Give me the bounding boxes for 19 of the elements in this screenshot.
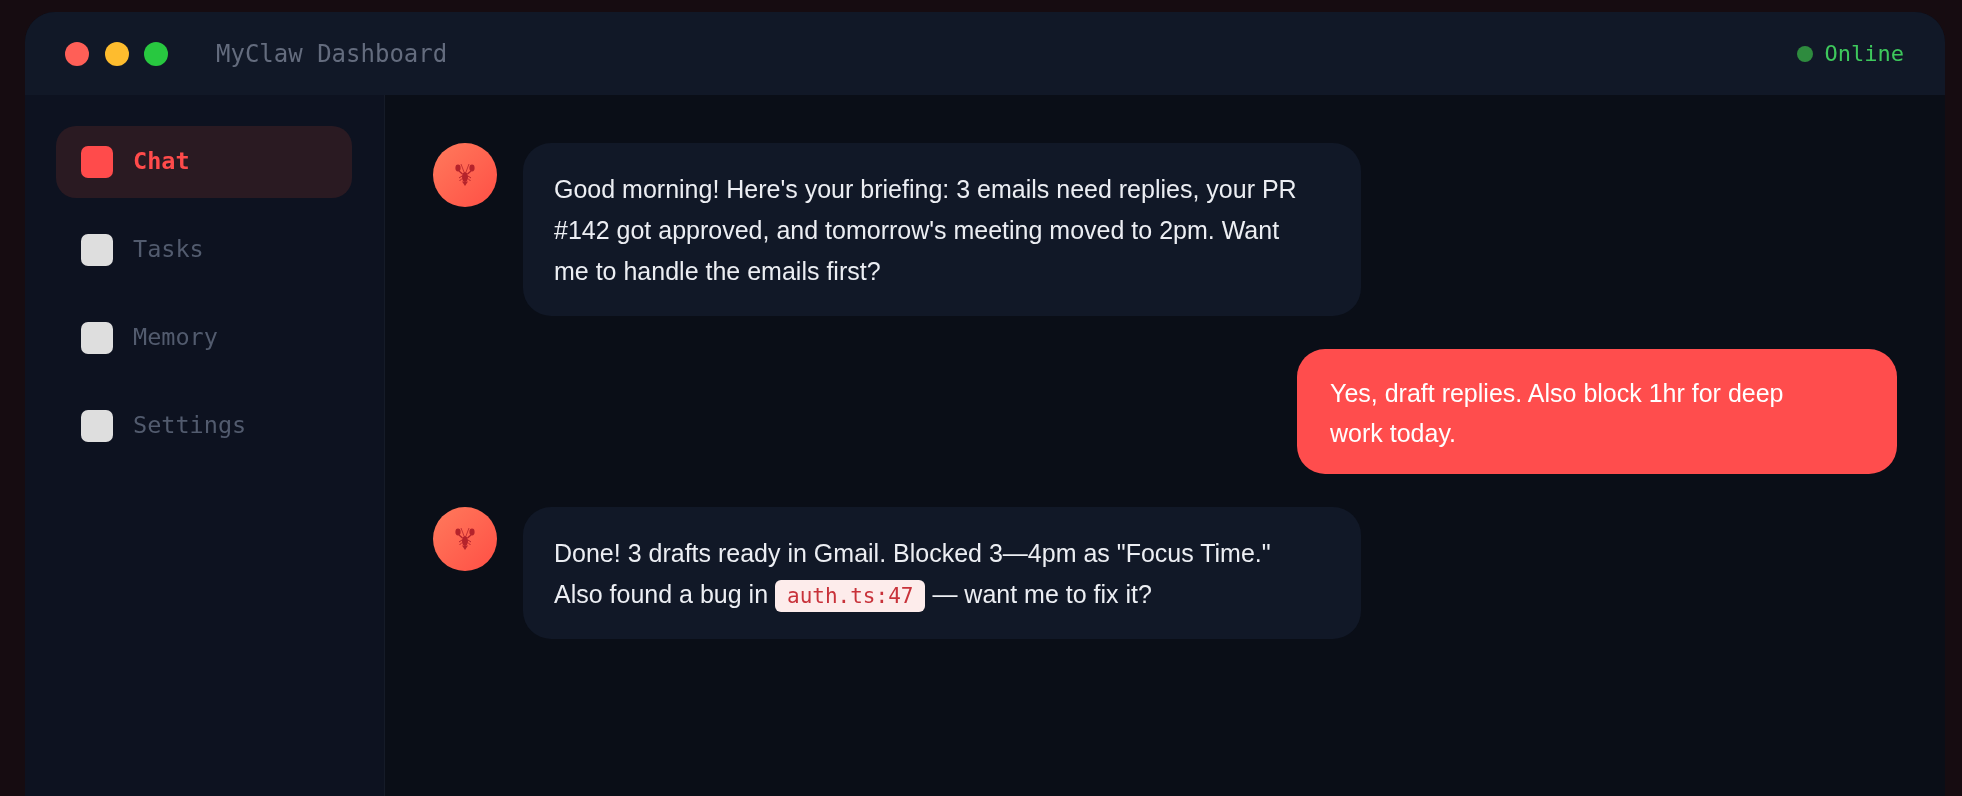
message-text: Good morning! Here's your briefing: 3 emails need replies, your PR #142 got approved, and tomorrow's meeting moved to 2pm. Want me to handle the emails first?	[554, 174, 1298, 287]
lobster-icon	[433, 507, 497, 571]
window-title: MyClaw Dashboard	[216, 41, 448, 66]
sidebar-item[interactable]: Settings	[56, 390, 352, 462]
square-icon	[81, 146, 113, 178]
lobster-icon	[433, 143, 497, 207]
sidebar-item[interactable]: Tasks	[56, 214, 352, 286]
square-icon	[81, 234, 113, 266]
square-icon	[81, 410, 113, 442]
maximize-button[interactable]	[144, 41, 168, 66]
status-label: Online	[1824, 42, 1904, 65]
square-icon	[81, 322, 113, 354]
close-button[interactable]	[65, 41, 89, 66]
message-text: Yes, draft replies. Also block 1hr for deep work today.	[1330, 378, 1785, 449]
sidebar-item[interactable]: Memory	[56, 302, 352, 374]
message-text: Done! 3 drafts ready in Gmail. Blocked 3—4pm as "Focus Time." Also found a bug in auth.ts:47 — want me to fix it?	[554, 533, 1309, 615]
minimize-button[interactable]	[104, 41, 129, 66]
code-snippet: auth.ts:47	[775, 580, 926, 612]
sidebar-item[interactable]: Chat	[56, 126, 352, 198]
